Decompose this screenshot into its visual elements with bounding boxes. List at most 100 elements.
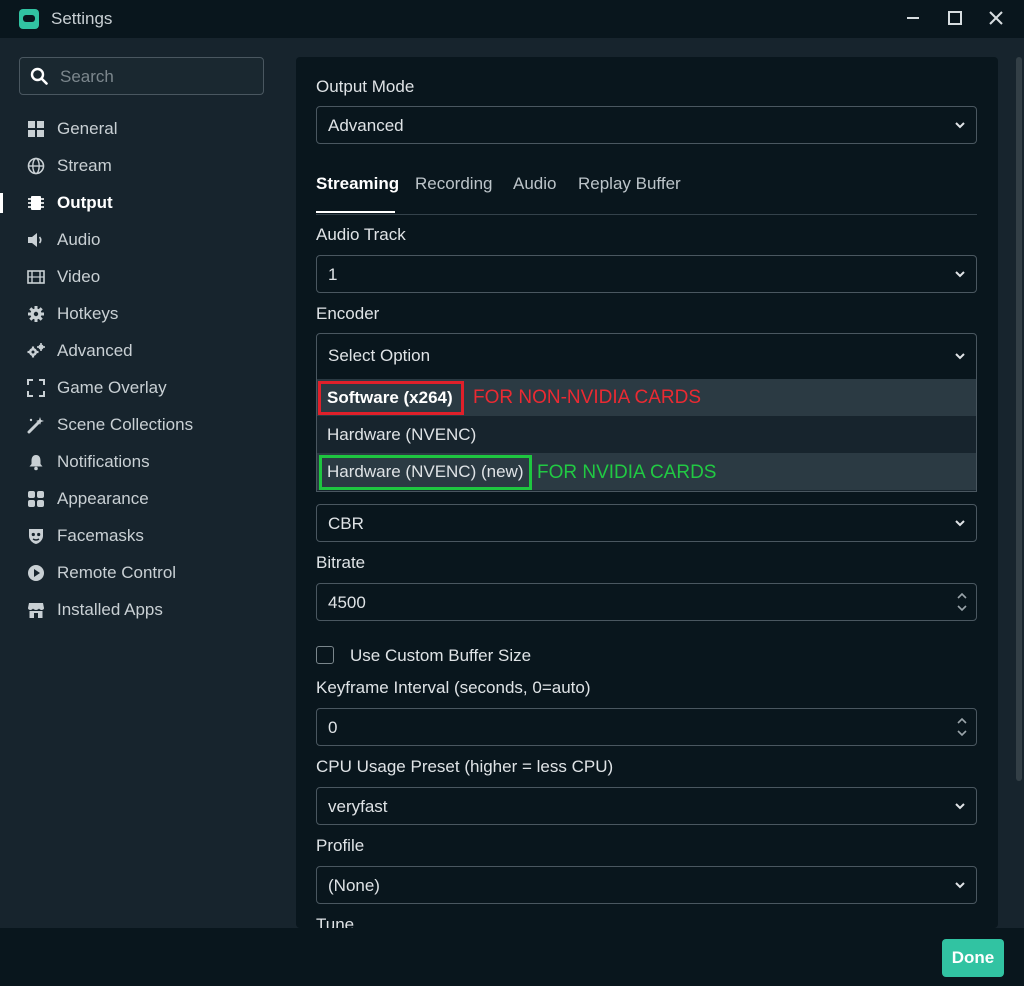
sidebar-item-hotkeys[interactable]: Hotkeys [0,297,290,331]
tiles-icon [28,491,44,507]
sidebar-item-output[interactable]: Output [0,186,290,220]
bell-icon [29,455,43,471]
search-icon [30,67,48,85]
spinner-arrows-icon[interactable] [956,590,968,614]
sidebar-item-label: Hotkeys [57,304,119,323]
sidebar-item-appearance[interactable]: Appearance [0,482,290,516]
bitrate-input[interactable]: 4500 [316,583,977,621]
close-button[interactable] [981,5,1011,33]
film-icon [27,270,45,284]
speaker-icon [28,233,42,247]
gears-icon [27,343,45,358]
encoder-option-software-x264[interactable]: Software (x264) FOR NON-NVIDIA CARDS [317,379,976,416]
custom-buffer-label: Use Custom Buffer Size [350,646,532,665]
tab-streaming[interactable]: Streaming [316,174,399,194]
profile-label: Profile [316,836,365,855]
sidebar-item-general[interactable]: General [0,112,290,146]
sidebar-item-label: Facemasks [57,526,144,545]
bitrate-value: 4500 [328,593,366,612]
annotation-nvidia: FOR NVIDIA CARDS [537,462,717,483]
custom-buffer-checkbox[interactable] [316,646,334,664]
chevron-down-icon [955,520,965,527]
close-icon [989,11,1003,25]
encoder-option-hardware-nvenc[interactable]: Hardware (NVENC) [317,416,976,453]
done-button[interactable]: Done [942,939,1004,977]
annotation-non-nvidia: FOR NON-NVIDIA CARDS [473,387,702,408]
sidebar-item-label: General [57,119,118,138]
option-label: Hardware (NVENC) [327,425,477,444]
sidebar-item-label: Remote Control [57,563,177,582]
sidebar-item-label: Notifications [57,452,150,471]
audio-track-select[interactable]: 1 [316,255,977,293]
rate-control-select[interactable]: CBR [316,504,977,542]
sidebar-item-label: Appearance [57,489,149,508]
title-bar: Settings [0,0,1024,38]
active-tab-indicator [316,211,395,213]
audio-track-label: Audio Track [316,225,406,244]
output-mode-select[interactable]: Advanced [316,106,977,144]
sidebar-item-installed-apps[interactable]: Installed Apps [0,593,290,627]
encoder-dropdown: Software (x264) FOR NON-NVIDIA CARDS Har… [316,379,977,492]
sidebar-item-notifications[interactable]: Notifications [0,445,290,479]
encoder-select[interactable]: Select Option [316,333,977,380]
chip-icon [28,196,44,210]
sidebar-item-game-overlay[interactable]: Game Overlay [0,371,290,405]
bitrate-label: Bitrate [316,553,366,572]
green-highlight-box [319,455,532,490]
cpu-preset-select[interactable]: veryfast [316,787,977,825]
play-icon [28,565,44,581]
mask-icon [29,529,43,544]
sidebar-item-facemasks[interactable]: Facemasks [0,519,290,553]
cpu-preset-label: CPU Usage Preset (higher = less CPU) [316,757,614,776]
output-mode-value: Advanced [328,116,404,135]
search-input[interactable] [58,58,262,96]
cpu-preset-value: veryfast [328,797,388,816]
sidebar-item-stream[interactable]: Stream [0,149,290,183]
window-title: Settings [51,9,113,28]
sidebar-item-label: Installed Apps [57,600,163,619]
sidebar-item-label: Audio [57,230,101,249]
maximize-icon [948,11,962,25]
sidebar-item-label: Game Overlay [57,378,167,397]
grid-icon [28,121,44,137]
encoder-option-hardware-nvenc-new[interactable]: Hardware (NVENC) (new) FOR NVIDIA CARDS [317,453,976,490]
sidebar-item-advanced[interactable]: Advanced [0,334,290,368]
footer-bar [0,928,1024,986]
tab-replay-buffer[interactable]: Replay Buffer [578,174,681,194]
audio-track-value: 1 [328,265,338,284]
sidebar-item-label: Stream [57,156,112,175]
chevron-down-icon [955,353,965,360]
sidebar-item-label: Video [57,267,101,286]
search-box [19,57,264,96]
chevron-down-icon [955,271,965,278]
profile-value: (None) [328,876,380,895]
keyframe-label: Keyframe Interval (seconds, 0=auto) [316,678,591,697]
chevron-down-icon [955,122,965,129]
settings-sidebar: General Stream Output Audio Video Hotkey… [0,38,290,928]
keyframe-input[interactable]: 0 [316,708,977,746]
panel-scrollbar[interactable] [1016,57,1022,781]
globe-icon [27,157,45,175]
sidebar-item-remote-control[interactable]: Remote Control [0,556,290,590]
chevron-down-icon [955,882,965,889]
gear-icon [28,306,44,322]
encoder-value: Select Option [328,346,431,365]
chevron-down-icon [955,803,965,810]
sidebar-item-label: Advanced [57,341,133,360]
tab-audio[interactable]: Audio [513,174,556,194]
sidebar-item-video[interactable]: Video [0,260,290,294]
minimize-button[interactable] [898,5,928,33]
rate-control-value: CBR [328,514,364,533]
maximize-button[interactable] [940,5,970,33]
sidebar-item-scene-collections[interactable]: Scene Collections [0,408,290,442]
tab-recording[interactable]: Recording [415,174,493,194]
output-tabs: Streaming Recording Audio Replay Buffer [316,169,977,215]
spinner-arrows-icon[interactable] [956,715,968,739]
sidebar-item-label: Scene Collections [57,415,194,434]
output-settings-panel: Output Mode Advanced Streaming Recording… [296,57,998,928]
profile-select[interactable]: (None) [316,866,977,904]
keyframe-value: 0 [328,718,338,737]
sidebar-item-audio[interactable]: Audio [0,223,290,257]
tune-label: Tune [316,915,355,928]
store-icon [28,603,44,618]
